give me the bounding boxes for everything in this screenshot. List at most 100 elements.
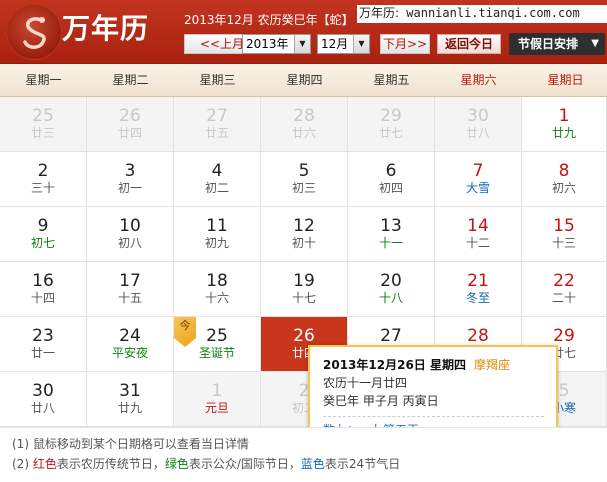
tooltip-date: 2013年12月26日 星期四 bbox=[323, 358, 466, 372]
day-cell[interactable]: 24 平安夜 bbox=[87, 317, 174, 372]
day-number: 5 bbox=[298, 161, 310, 181]
day-cell[interactable]: 17 十五 bbox=[87, 262, 174, 317]
day-cell[interactable]: 31 廿九 bbox=[87, 372, 174, 427]
day-cell[interactable]: 25 廿三 bbox=[0, 97, 87, 152]
month-select[interactable]: 12月 ▼ bbox=[317, 34, 370, 54]
day-number: 12 bbox=[293, 216, 315, 236]
day-cell[interactable]: 15 十三 bbox=[522, 207, 607, 262]
day-cell[interactable]: 30 廿八 bbox=[0, 372, 87, 427]
lunar-label: 初八 bbox=[117, 236, 142, 250]
day-number: 26 bbox=[119, 106, 141, 126]
day-cell[interactable]: 3 初一 bbox=[87, 152, 174, 207]
lunar-label: 廿三 bbox=[30, 126, 55, 140]
back-to-today-button[interactable]: 返回今日 bbox=[437, 34, 501, 54]
lunar-label: 初十 bbox=[291, 236, 316, 250]
weekday-header: 星期一 星期二 星期三 星期四 星期五 星期六 星期日 bbox=[0, 64, 607, 97]
year-select[interactable]: 2013年 ▼ bbox=[242, 34, 311, 54]
lunar-label: 十四 bbox=[30, 291, 55, 305]
day-cell[interactable]: 6 初四 bbox=[348, 152, 435, 207]
lunar-label: 十五 bbox=[117, 291, 142, 305]
day-cell[interactable]: 27廿五 bbox=[174, 97, 261, 152]
lunar-label: 廿八 bbox=[30, 401, 55, 415]
day-cell[interactable]: 9 初七 bbox=[0, 207, 87, 262]
day-number: 3 bbox=[124, 161, 136, 181]
day-cell[interactable]: 21 冬至 bbox=[435, 262, 522, 317]
day-cell[interactable]: 18 十六 bbox=[174, 262, 261, 317]
lunar-label: 十二 bbox=[465, 236, 490, 250]
month-value: 12月 bbox=[321, 37, 349, 51]
weekday-label: 星期一 bbox=[25, 73, 62, 87]
day-number: 20 bbox=[380, 271, 402, 291]
note-color-legend: (2) 红色表示农历传统节日，绿色表示公众/国际节日，蓝色表示24节气日 bbox=[12, 454, 607, 474]
day-number: 27 bbox=[206, 106, 228, 126]
day-number: 4 bbox=[211, 161, 223, 181]
day-cell[interactable]: 28廿六 bbox=[261, 97, 348, 152]
day-cell[interactable]: 11 初九 bbox=[174, 207, 261, 262]
lunar-label: 大雪 bbox=[465, 181, 490, 195]
lunar-label: 初三 bbox=[291, 181, 316, 195]
site-url-box: 万年历: wannianli.tianqi.com.com bbox=[357, 5, 607, 23]
day-cell[interactable]: 4 初二 bbox=[174, 152, 261, 207]
weekday-label: 星期三 bbox=[199, 73, 236, 87]
legend-notes: (1) 鼠标移动到某个日期格可以查看当日详情 (2) 红色表示农历传统节日，绿色… bbox=[0, 427, 607, 482]
day-cell[interactable]: 1 廿九 bbox=[522, 97, 607, 152]
day-cell[interactable]: 7 大雪 bbox=[435, 152, 522, 207]
day-cell[interactable]: 今 25 圣诞节 bbox=[174, 317, 261, 372]
day-cell[interactable]: 29 廿七 bbox=[348, 97, 435, 152]
day-number: 22 bbox=[553, 271, 575, 291]
lunar-label: 十三 bbox=[551, 236, 576, 250]
day-number: 27 bbox=[380, 326, 402, 346]
day-number: 25 bbox=[32, 106, 54, 126]
day-cell[interactable]: 5 初三 bbox=[261, 152, 348, 207]
day-cell[interactable]: 20 十八 bbox=[348, 262, 435, 317]
day-number: 14 bbox=[467, 216, 489, 236]
day-cell[interactable]: 14 十二 bbox=[435, 207, 522, 262]
day-cell[interactable]: 1 元旦 bbox=[174, 372, 261, 427]
note-prefix: (2) bbox=[12, 457, 33, 471]
lunar-label: 十一 bbox=[378, 236, 403, 250]
lunar-label: 冬至 bbox=[465, 291, 490, 305]
day-cell[interactable]: 30 廿八 bbox=[435, 97, 522, 152]
lunar-label: 初四 bbox=[378, 181, 403, 195]
day-cell[interactable]: 19 十七 bbox=[261, 262, 348, 317]
lunar-label: 十七 bbox=[291, 291, 316, 305]
day-cell[interactable]: 12 初十 bbox=[261, 207, 348, 262]
legend-green-word: 绿色 bbox=[164, 457, 189, 471]
lunar-label: 廿六 bbox=[291, 126, 316, 140]
day-number: 23 bbox=[32, 326, 54, 346]
tooltip-zodiac: 摩羯座 bbox=[473, 358, 510, 372]
day-cell[interactable]: 10 初八 bbox=[87, 207, 174, 262]
day-number: 21 bbox=[467, 271, 489, 291]
day-cell[interactable]: 16 十四 bbox=[0, 262, 87, 317]
day-cell[interactable]: 26 廿四 bbox=[87, 97, 174, 152]
day-number: 30 bbox=[467, 106, 489, 126]
day-cell[interactable]: 23 廿一 bbox=[0, 317, 87, 372]
day-number: 24 bbox=[119, 326, 141, 346]
day-number: 17 bbox=[119, 271, 141, 291]
weekday-label: 星期二 bbox=[112, 73, 149, 87]
site-url: wannianli.tianqi.com.com bbox=[406, 6, 580, 20]
day-cell[interactable]: 13 十一 bbox=[348, 207, 435, 262]
day-cell[interactable]: 8 初六 bbox=[522, 152, 607, 207]
day-number: 31 bbox=[119, 381, 141, 401]
day-number: 8 bbox=[558, 161, 570, 181]
lunar-label: 初二 bbox=[204, 181, 229, 195]
day-number: 13 bbox=[380, 216, 402, 236]
weekday-label: 星期日 bbox=[547, 73, 584, 87]
weekday-label: 星期四 bbox=[286, 73, 323, 87]
next-month-button[interactable]: 下月>> bbox=[380, 34, 430, 54]
header-bar: 万年历 2013年12月 农历癸巳年【蛇】 万年历: wannianli.tia… bbox=[0, 0, 607, 64]
legend-green-desc: 表示公众/国际节日， bbox=[188, 457, 301, 471]
site-label: 万年历: bbox=[359, 6, 400, 20]
holiday-schedule-dropdown[interactable]: 节假日安排 ▼ bbox=[509, 33, 605, 55]
day-cell[interactable]: 2 三十 bbox=[0, 152, 87, 207]
day-number: 15 bbox=[553, 216, 575, 236]
lunar-label: 十六 bbox=[204, 291, 229, 305]
day-number: 11 bbox=[206, 216, 228, 236]
lunar-label: 初七 bbox=[30, 236, 55, 250]
lunar-label: 廿四 bbox=[117, 126, 142, 140]
day-cell[interactable]: 22 二十 bbox=[522, 262, 607, 317]
lunar-label: 廿九 bbox=[117, 401, 142, 415]
chevron-down-icon: ▼ bbox=[353, 35, 369, 53]
app-title: 万年历 bbox=[62, 12, 150, 45]
